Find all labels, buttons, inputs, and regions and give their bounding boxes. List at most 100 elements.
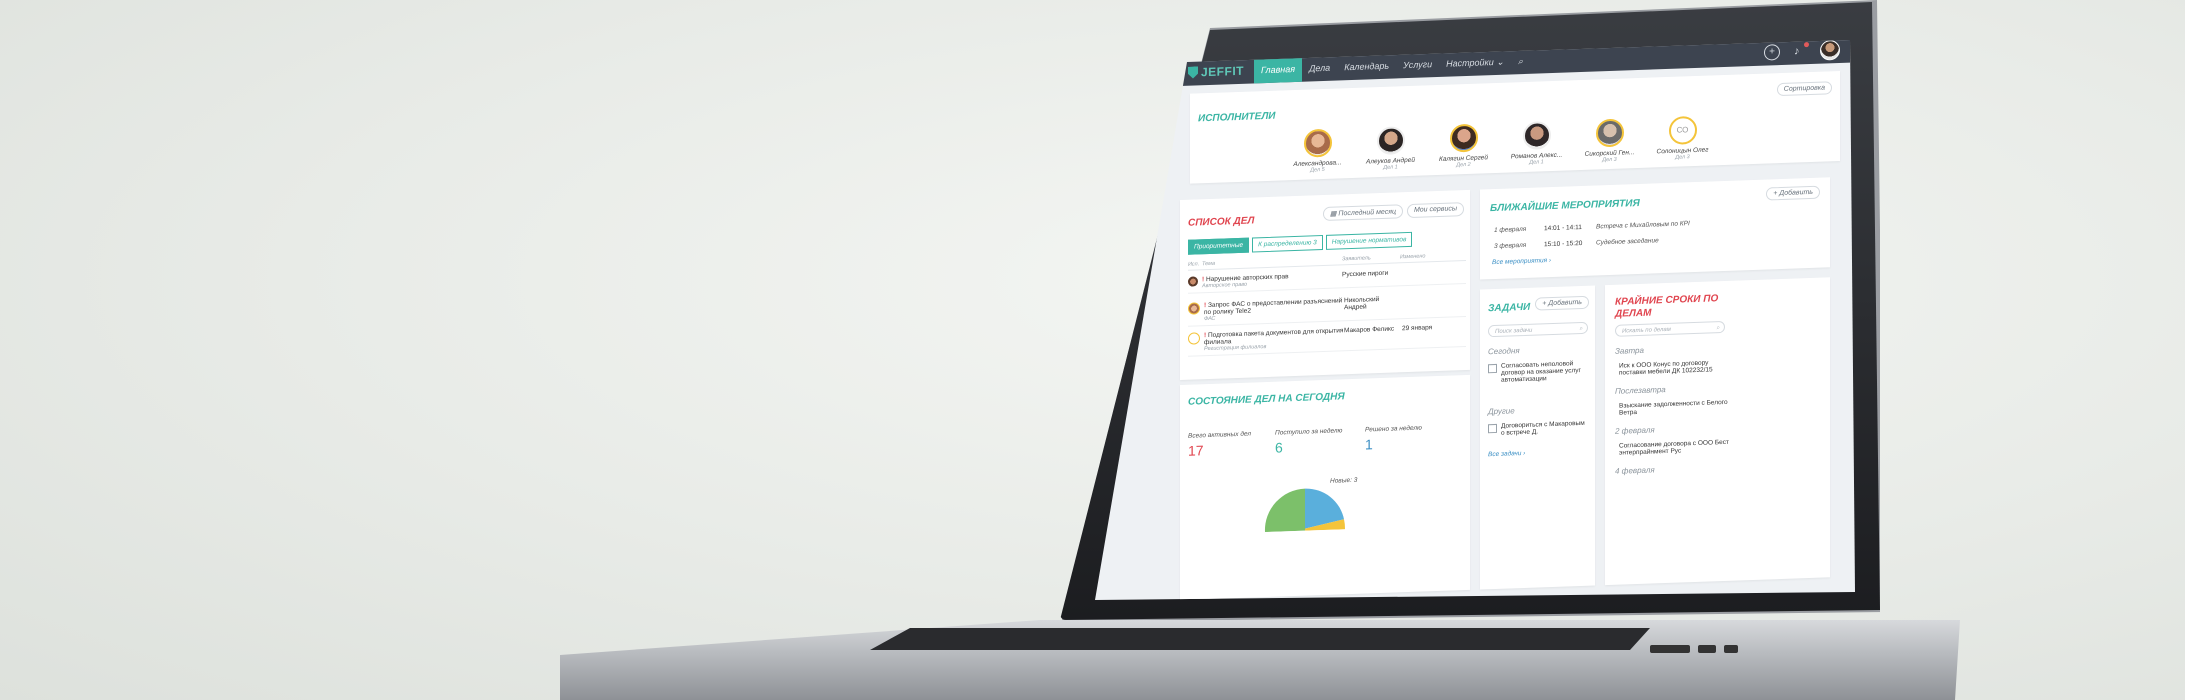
cases-card: Список дел ▦ Последний месяц Мои сервисы… — [1180, 189, 1470, 380]
performer-item[interactable]: Романов Алекс... Дел 1 — [1509, 121, 1564, 167]
event-date: 3 февраля — [1494, 241, 1527, 251]
row-changed — [1402, 294, 1452, 296]
performer-item[interactable]: Сикорский Ген... Дел 3 — [1582, 118, 1637, 164]
column-changed[interactable]: Изменено — [1400, 253, 1450, 260]
all-tasks-link[interactable]: Все задачи › — [1488, 450, 1525, 458]
stat-label: Решено за неделю — [1365, 424, 1422, 434]
deadline-item[interactable]: Иск к ООО Конус по договору поставки меб… — [1619, 359, 1729, 377]
event-item[interactable]: 3 февраля 15:10 - 15:20 Судебное заседан… — [1494, 237, 1659, 250]
add-event-button[interactable]: + Добавить — [1766, 185, 1820, 201]
event-text: Судебное заседание — [1596, 237, 1659, 247]
nav-home[interactable]: Главная — [1254, 55, 1303, 84]
avatar — [1595, 118, 1624, 148]
status-title: Состояние дел на сегодня — [1188, 391, 1345, 408]
performer-item[interactable]: Алеуков Андрей Дел 1 — [1363, 126, 1418, 172]
user-avatar[interactable] — [1820, 40, 1840, 61]
search-icon: ⌕ — [1716, 325, 1720, 332]
task-search-input[interactable]: Поиск задачи ⌕ — [1488, 321, 1588, 338]
logo-icon — [1188, 66, 1198, 78]
column-performer[interactable]: Исп. — [1188, 261, 1202, 267]
filter-services-button[interactable]: Мои сервисы — [1406, 202, 1464, 219]
task-item[interactable]: Договориться с Макаровым о встрече Д. — [1488, 420, 1588, 437]
events-title: Ближайшие мероприятия — [1490, 197, 1640, 215]
bell-icon[interactable]: ♪ — [1794, 42, 1809, 58]
avatar — [1188, 332, 1200, 345]
row-subject: ! Нарушение авторских прав Авторское прав… — [1202, 271, 1342, 289]
stat-label: Всего активных дел — [1188, 430, 1252, 440]
stat-value: 1 — [1365, 436, 1373, 453]
cases-title: Список дел — [1188, 215, 1255, 229]
logo[interactable]: JEFFIT — [1180, 63, 1254, 80]
performer-item[interactable]: Калягин Сергей Дел 2 — [1436, 123, 1491, 169]
avatar — [1449, 123, 1478, 153]
laptop-ports — [1650, 640, 1770, 654]
status-pie-chart — [1264, 488, 1346, 533]
avatar — [1188, 276, 1198, 287]
tasks-group-other: Другие — [1488, 406, 1515, 417]
add-task-button[interactable]: + Добавить — [1535, 295, 1589, 311]
deadline-group: Послезавтра — [1615, 385, 1666, 396]
deadline-group: Завтра — [1615, 345, 1644, 356]
deadlines-title: Крайние сроки по делам — [1615, 293, 1719, 320]
deadlines-card: Крайние сроки по делам Искать по делам ⌕ … — [1605, 277, 1830, 586]
avatar — [1522, 121, 1551, 151]
task-item[interactable]: Согласовать неполовой договор на оказани… — [1488, 360, 1588, 384]
cases-tabs: Приоритетные К распределению 3 Нарушение… — [1188, 231, 1413, 255]
nav-services[interactable]: Услуги — [1396, 51, 1439, 79]
task-checkbox[interactable] — [1488, 423, 1497, 434]
performer-item[interactable]: СО Солоницын Олег Дел 3 — [1655, 115, 1710, 161]
tab-distribution[interactable]: К распределению 3 — [1252, 235, 1323, 253]
avatar — [1188, 302, 1200, 315]
sort-button[interactable]: Сортировка — [1776, 81, 1832, 97]
pie-slice-green — [1264, 488, 1305, 533]
stat-received: Поступило за неделю 6 — [1275, 427, 1342, 455]
laptop-keyboard — [870, 628, 1650, 650]
event-text: Встреча с Михайловым по КРI — [1596, 220, 1690, 231]
performers-list: Александрова... Дел 5 Алеуков Андрей Дел… — [1290, 115, 1710, 174]
deadline-group: 2 февраля — [1615, 425, 1655, 436]
filter-month-button[interactable]: ▦ Последний месяц — [1322, 204, 1403, 222]
deadline-item[interactable]: Согласование договора с ООО Бест энтерпр… — [1619, 439, 1729, 457]
tasks-card: Задачи + Добавить Поиск задачи ⌕ Сегодня … — [1480, 285, 1595, 590]
stat-value: 6 — [1275, 439, 1283, 456]
table-row[interactable]: ! Подготовка пакета документов для откры… — [1188, 320, 1466, 357]
tab-priority[interactable]: Приоритетные — [1188, 237, 1250, 255]
search-icon: ⌕ — [1579, 325, 1583, 333]
task-checkbox[interactable] — [1488, 363, 1497, 374]
deadline-group: 4 февраля — [1615, 465, 1655, 476]
event-item[interactable]: 1 февраля 14:01 - 14:11 Встреча с Михайл… — [1494, 220, 1690, 234]
plus-circle-icon[interactable]: + — [1764, 44, 1780, 61]
event-time: 15:10 - 15:20 — [1544, 239, 1583, 249]
performer-item[interactable]: Александрова... Дел 5 — [1290, 128, 1345, 174]
search-icon[interactable]: ⌕ — [1511, 48, 1530, 75]
add-event-label: Добавить — [1779, 188, 1813, 198]
avatar — [1303, 128, 1332, 158]
avatar — [1376, 126, 1405, 156]
column-applicant[interactable]: Заявитель — [1342, 254, 1400, 262]
stat-active: Всего активных дел 17 — [1188, 431, 1251, 459]
events-card: Ближайшие мероприятия + Добавить 1 февра… — [1480, 177, 1830, 280]
status-card: Состояние дел на сегодня Всего активных … — [1180, 374, 1470, 600]
row-changed: 29 января — [1402, 324, 1433, 333]
task-text: Согласовать неполовой договор на оказани… — [1501, 360, 1581, 384]
tab-violations[interactable]: Нарушение нормативов — [1325, 231, 1413, 250]
tasks-title: Задачи — [1488, 301, 1531, 315]
nav-cases[interactable]: Дела — [1302, 55, 1337, 82]
cases-filters: ▦ Последний месяц Мои сервисы — [1322, 202, 1464, 222]
task-search-placeholder: Поиск задачи — [1495, 327, 1533, 335]
filter-month-label: Последний месяц — [1338, 208, 1396, 218]
add-task-label: Добавить — [1548, 298, 1582, 308]
stat-value: 17 — [1188, 442, 1204, 459]
laptop-screen: JEFFIT Главная Дела Календарь Услуги Нас… — [1095, 40, 1855, 600]
stat-solved: Решено за неделю 1 — [1365, 425, 1422, 453]
event-time: 14:01 - 14:11 — [1544, 223, 1582, 233]
avatar-initials: СО — [1668, 115, 1697, 145]
stat-label: Поступило за неделю — [1275, 427, 1343, 437]
deadline-search-input[interactable]: Искать по делам ⌕ — [1615, 320, 1725, 337]
deadline-item[interactable]: Взыскание задолженности с Белого Ветра — [1619, 399, 1729, 417]
row-applicant: Макаров Феликс — [1344, 325, 1395, 335]
column-subject[interactable]: Тема — [1202, 256, 1342, 267]
all-events-link[interactable]: Все мероприятия › — [1492, 257, 1551, 266]
row-applicant: Русские пироги — [1342, 269, 1389, 279]
task-text: Договориться с Макаровым о встрече Д. — [1501, 419, 1585, 437]
